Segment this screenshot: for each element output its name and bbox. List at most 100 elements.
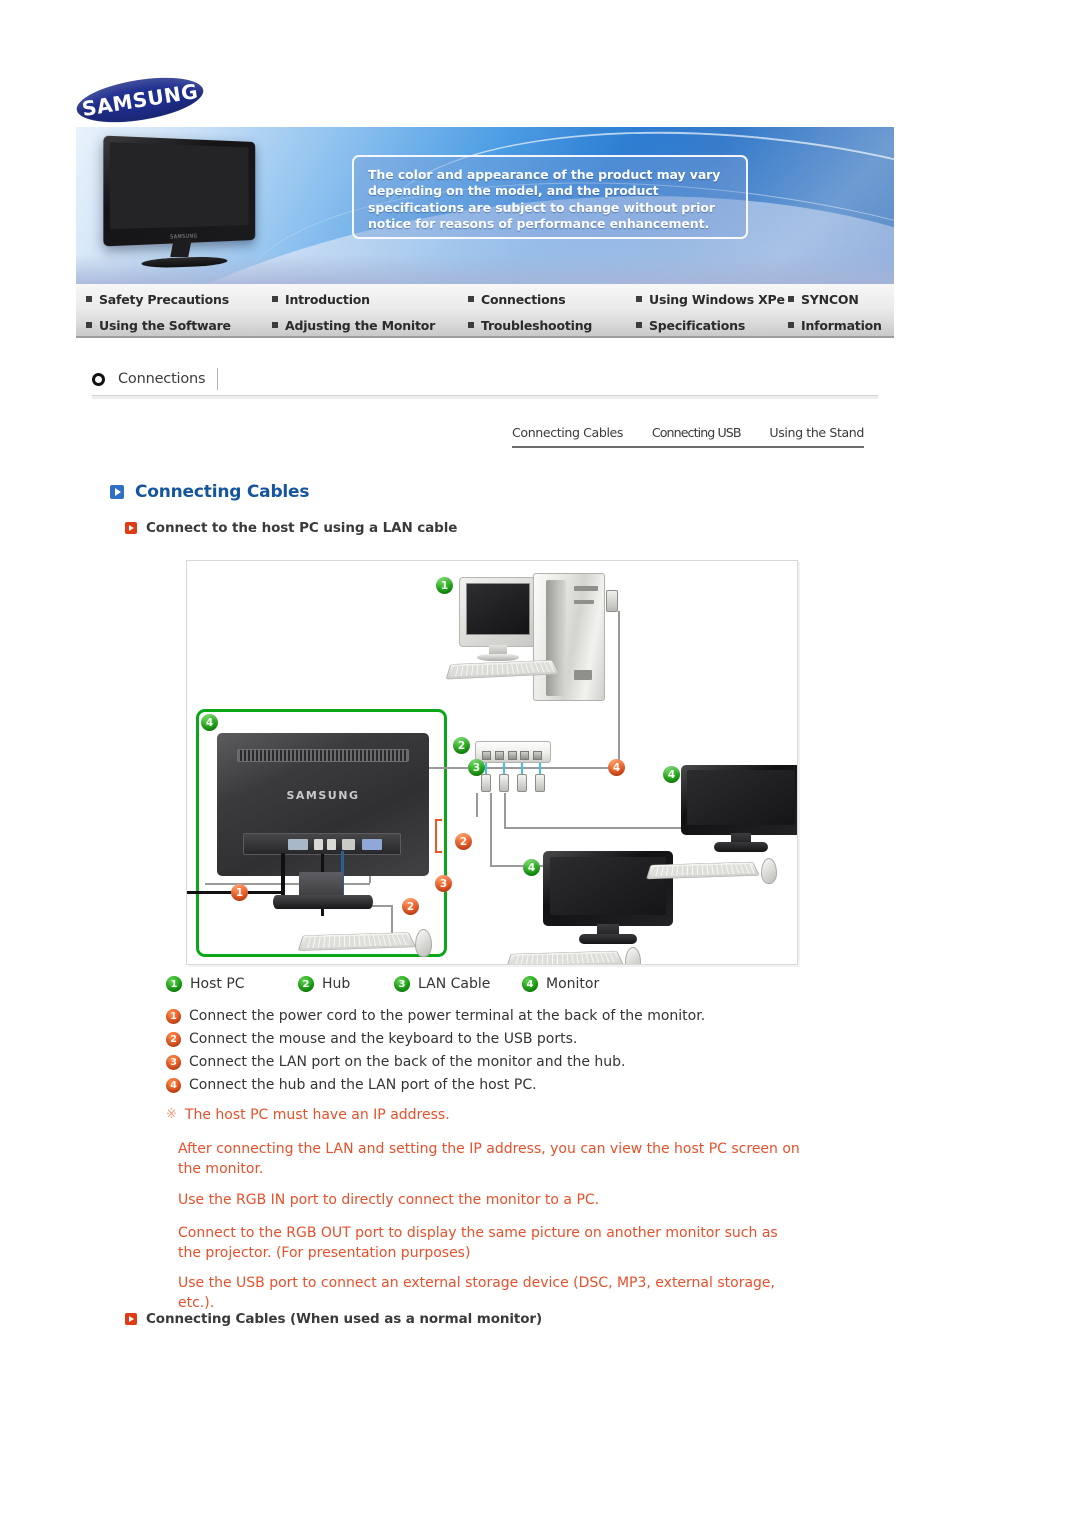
step-text-2: Connect the mouse and the keyboard to th… bbox=[189, 1031, 578, 1047]
client-monitor-right bbox=[681, 765, 797, 857]
nav-item-information[interactable]: Information bbox=[788, 312, 894, 338]
callout-step-3-lan: 3 bbox=[435, 875, 452, 892]
legend-item-monitor: 4 Monitor bbox=[522, 976, 599, 992]
usb-port-icon bbox=[327, 839, 336, 850]
note-paragraph-rgb-in: Use the RGB IN port to directly connect … bbox=[178, 1192, 600, 1208]
legend-item-host-pc: 1 Host PC bbox=[166, 976, 298, 992]
host-pc-monitor-screen bbox=[466, 583, 530, 635]
legend-label-monitor: Monitor bbox=[546, 976, 600, 992]
bullet-icon bbox=[636, 322, 642, 328]
nav-item-adjusting-the-monitor[interactable]: Adjusting the Monitor bbox=[272, 312, 468, 338]
note-paragraph-lan-ip: After connecting the LAN and setting the… bbox=[178, 1141, 800, 1177]
usb-port-icon bbox=[314, 839, 323, 850]
nav-label: Information bbox=[801, 317, 882, 333]
bullet-icon bbox=[788, 322, 794, 328]
banner-monitor-bezel: SAMSUNG bbox=[103, 135, 256, 247]
step-badge-2: 2 bbox=[166, 1032, 181, 1047]
nav-item-syncon[interactable]: SYNCON bbox=[788, 286, 894, 312]
plug-body-icon bbox=[499, 774, 509, 792]
tab-using-the-stand[interactable]: Using the Stand bbox=[769, 425, 864, 440]
nav-item-troubleshooting[interactable]: Troubleshooting bbox=[468, 312, 636, 338]
plug-body-icon bbox=[535, 774, 545, 792]
client-monitor-screen bbox=[687, 770, 795, 825]
breadcrumb: Connections bbox=[92, 366, 219, 392]
rgb-port-icon bbox=[362, 839, 382, 850]
step-item: 1 Connect the power cord to the power te… bbox=[166, 1006, 866, 1027]
vga-port-icon bbox=[288, 839, 308, 850]
main-keyboard-keys bbox=[302, 934, 411, 949]
callout-4-monitor-right: 4 bbox=[663, 766, 680, 783]
client-monitor-base bbox=[579, 934, 637, 944]
product-notice-text: The color and appearance of the product … bbox=[368, 167, 721, 232]
bullet-icon bbox=[468, 296, 474, 302]
header-divider bbox=[92, 395, 878, 399]
samsung-logo: SAMSUNG bbox=[73, 70, 208, 130]
legend-item-lan-cable: 3 LAN Cable bbox=[394, 976, 522, 992]
bullet-icon bbox=[272, 322, 278, 328]
host-pc-monitor-base bbox=[477, 654, 519, 661]
page-root: SAMSUNG SAMSUNG The color and appearance… bbox=[0, 0, 1080, 1528]
network-hub bbox=[475, 741, 551, 763]
bullet-icon bbox=[468, 322, 474, 328]
legend-badge-1: 1 bbox=[166, 976, 182, 992]
tab-connecting-cables[interactable]: Connecting Cables bbox=[512, 425, 623, 440]
callout-bracket-top bbox=[435, 819, 442, 821]
step-text-4: Connect the hub and the LAN port of the … bbox=[189, 1077, 537, 1093]
hub-ports bbox=[482, 751, 542, 760]
wire-lan-cable-vert bbox=[476, 793, 478, 817]
diagram-legend: 1 Host PC 2 Hub 3 LAN Cable 4 Monitor bbox=[166, 976, 636, 992]
hub-port bbox=[482, 751, 491, 760]
callout-2-hub: 2 bbox=[453, 737, 470, 754]
nav-row-1: Safety Precautions Introduction Connecti… bbox=[76, 286, 894, 312]
main-monitor-vent bbox=[237, 749, 409, 762]
nav-item-connections[interactable]: Connections bbox=[468, 286, 636, 312]
logo-wordmark: SAMSUNG bbox=[80, 78, 200, 122]
breadcrumb-label: Connections bbox=[118, 371, 206, 387]
wire-hub-to-monitor-b bbox=[490, 793, 492, 867]
plug-wire-icon bbox=[503, 763, 505, 774]
host-pc-drive-slot bbox=[574, 600, 594, 604]
hub-port bbox=[533, 751, 542, 760]
step-text-3: Connect the LAN port on the back of the … bbox=[189, 1054, 626, 1070]
nav-item-using-windows-xpe[interactable]: Using Windows XPe bbox=[636, 286, 788, 312]
page-title-text: Connecting Cables bbox=[135, 482, 310, 502]
callout-step-4-hub-pc: 4 bbox=[608, 759, 625, 776]
main-monitor-rear: SAMSUNG bbox=[217, 733, 429, 918]
plug-body-icon bbox=[517, 774, 527, 792]
legend-badge-3: 3 bbox=[394, 976, 410, 992]
note-paragraph-usb: Use the USB port to connect an external … bbox=[178, 1275, 775, 1311]
nav-item-specifications[interactable]: Specifications bbox=[636, 312, 788, 338]
nav-item-safety-precautions[interactable]: Safety Precautions bbox=[76, 286, 272, 312]
section-heading-lan: Connect to the host PC using a LAN cable bbox=[125, 520, 457, 536]
bullet-icon bbox=[86, 296, 92, 302]
host-pc-keyboard-keys bbox=[450, 662, 555, 677]
callout-4-monitor-center: 4 bbox=[523, 859, 540, 876]
nav-item-using-the-software[interactable]: Using the Software bbox=[76, 312, 272, 338]
lan-plug bbox=[499, 763, 509, 801]
tab-connecting-usb[interactable]: Connecting USB bbox=[652, 425, 742, 440]
client-keyboard-center bbox=[505, 950, 624, 964]
client-monitor-base bbox=[714, 842, 768, 852]
bullet-icon bbox=[788, 296, 794, 302]
hub-cable-plugs bbox=[481, 763, 545, 801]
callout-step-1-power: 1 bbox=[231, 884, 248, 901]
plug-wire-icon bbox=[521, 763, 523, 774]
section-heading-bottom-text: Connecting Cables (When used as a normal… bbox=[146, 1311, 543, 1327]
callout-bracket-bottom bbox=[435, 851, 442, 853]
step-badge-1: 1 bbox=[166, 1009, 181, 1024]
reference-mark-icon: ※ bbox=[166, 1107, 177, 1122]
plug-body-icon bbox=[481, 774, 491, 792]
banner-monitor-neck bbox=[170, 239, 192, 257]
legend-label-host-pc: Host PC bbox=[190, 976, 245, 992]
host-pc-monitor bbox=[459, 577, 537, 661]
host-pc-drive-slot bbox=[574, 586, 598, 591]
step-list: 1 Connect the power cord to the power te… bbox=[166, 1006, 866, 1098]
hero-banner: SAMSUNG The color and appearance of the … bbox=[76, 127, 894, 284]
nav-item-introduction[interactable]: Introduction bbox=[272, 286, 468, 312]
host-pc-tower bbox=[533, 573, 605, 701]
step-item: 4 Connect the hub and the LAN port of th… bbox=[166, 1075, 866, 1096]
bullet-icon bbox=[86, 322, 92, 328]
banner-monitor-image: SAMSUNG bbox=[98, 135, 288, 279]
legend-label-hub: Hub bbox=[322, 976, 351, 992]
callout-step-2-ports: 2 bbox=[455, 833, 472, 850]
